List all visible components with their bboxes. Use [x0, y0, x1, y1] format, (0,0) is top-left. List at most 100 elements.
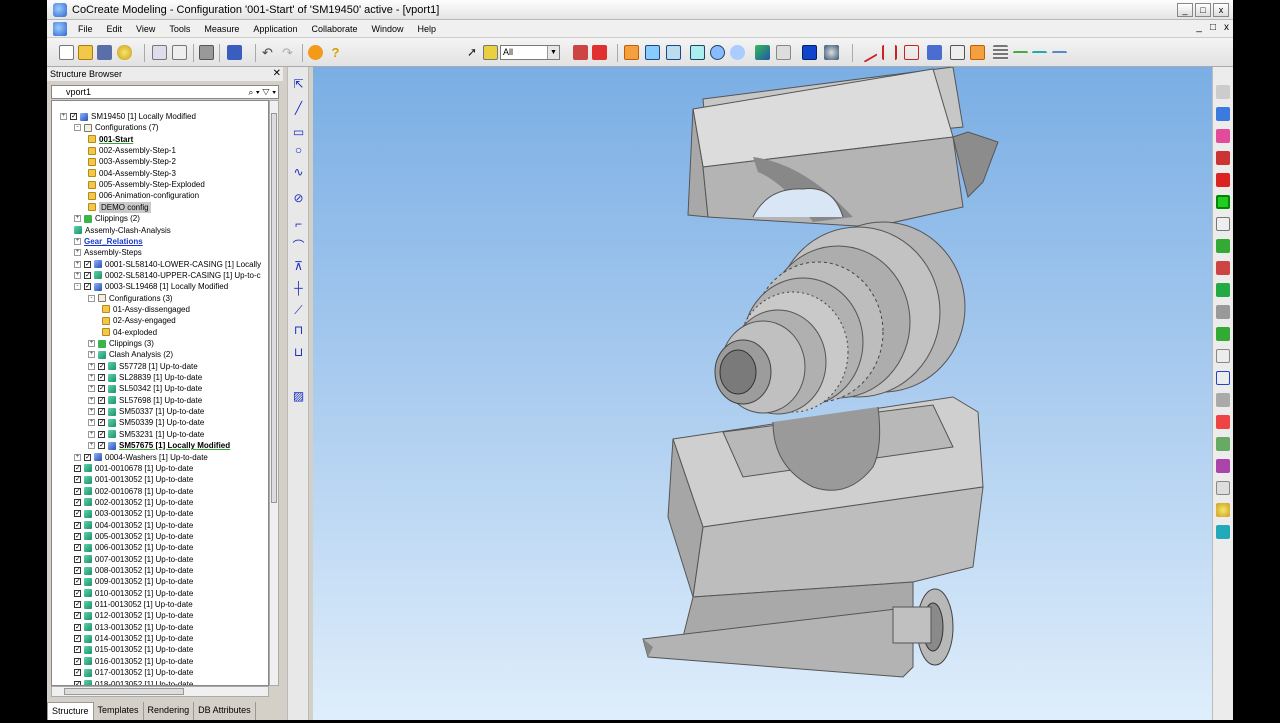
- visibility-checkbox[interactable]: ✓: [74, 623, 81, 631]
- visibility-checkbox[interactable]: ✓: [74, 555, 81, 563]
- tree-node[interactable]: ✓ 008-0013052 [1] Up-to-date: [74, 565, 193, 576]
- visibility-checkbox[interactable]: ✓: [98, 374, 105, 382]
- menu-window[interactable]: Window: [364, 24, 410, 34]
- tree-node[interactable]: 002-Assembly-Step-1: [88, 145, 176, 156]
- tab-db-attributes[interactable]: DB Attributes: [194, 702, 256, 720]
- tree-node[interactable]: + ✓ 0002-SL58140-UPPER-CASING [1] Up-to-c: [74, 270, 261, 281]
- view-toggle-icon[interactable]: [624, 45, 639, 60]
- tree-node[interactable]: ✓ 004-0013052 [1] Up-to-date: [74, 520, 193, 531]
- visibility-checkbox[interactable]: ✓: [74, 635, 81, 643]
- cylinder-icon[interactable]: [1216, 503, 1230, 517]
- tree-node[interactable]: ✓ 018-0013052 [1] Up-to-date: [74, 679, 193, 685]
- gears-icon[interactable]: [1216, 415, 1230, 429]
- tree-node[interactable]: + ✓ SM53231 [1] Up-to-date: [88, 429, 204, 440]
- tree-node[interactable]: ✓ 006-0013052 [1] Up-to-date: [74, 542, 193, 553]
- collapse-icon[interactable]: -: [88, 294, 95, 302]
- fit-view-icon[interactable]: [645, 45, 660, 60]
- previous-view-icon[interactable]: [802, 45, 817, 60]
- close-button[interactable]: x: [1213, 3, 1229, 17]
- tree-vertical-scrollbar[interactable]: [269, 100, 279, 686]
- axis-icon[interactable]: [1052, 51, 1067, 66]
- diagonal-line-icon[interactable]: ⟋: [291, 303, 306, 318]
- undo-icon[interactable]: ↶: [262, 45, 277, 60]
- paste-icon[interactable]: [172, 45, 187, 60]
- tree-node[interactable]: + ✓ SL57698 [1] Up-to-date: [88, 395, 202, 406]
- dimension-icon[interactable]: [1013, 51, 1028, 66]
- ruler-icon[interactable]: [993, 45, 1008, 60]
- extrude-icon[interactable]: ⊓: [291, 323, 306, 338]
- bom-icon[interactable]: [1216, 327, 1230, 341]
- menu-file[interactable]: File: [71, 24, 100, 34]
- load-cylinder-icon[interactable]: [117, 45, 132, 60]
- tree-node[interactable]: ✓ 010-0013052 [1] Up-to-date: [74, 588, 193, 599]
- constraint-icon[interactable]: [1216, 107, 1230, 121]
- sheet-icon[interactable]: [1216, 481, 1230, 495]
- rectangle-icon[interactable]: ▭: [291, 125, 306, 140]
- expand-icon[interactable]: +: [74, 249, 81, 257]
- tab-rendering[interactable]: Rendering: [144, 702, 195, 720]
- visibility-checkbox[interactable]: ✓: [98, 442, 105, 450]
- tree-node[interactable]: 04-exploded: [102, 327, 157, 338]
- visibility-checkbox[interactable]: ✓: [70, 113, 77, 120]
- scrollbar-thumb[interactable]: [64, 688, 184, 695]
- tree-node[interactable]: 02-Assy-engaged: [102, 315, 176, 326]
- save-icon[interactable]: [97, 45, 112, 60]
- part-icon[interactable]: [1216, 239, 1230, 253]
- play-icon[interactable]: [1216, 85, 1230, 99]
- tree-node[interactable]: ✓ 002-0013052 [1] Up-to-date: [74, 497, 193, 508]
- tree-node[interactable]: + ✓ S57728 [1] Up-to-date: [88, 361, 198, 372]
- mdi-minimize-button[interactable]: _: [1196, 22, 1202, 33]
- tree-node[interactable]: ✓ 016-0013052 [1] Up-to-date: [74, 656, 193, 667]
- measure-width-icon[interactable]: [882, 45, 897, 60]
- tree-node[interactable]: + Clippings (3): [88, 338, 154, 349]
- visibility-checkbox[interactable]: ✓: [74, 521, 81, 529]
- expand-icon[interactable]: +: [74, 215, 81, 223]
- expand-icon[interactable]: +: [88, 340, 95, 347]
- tree-node[interactable]: + Assembly-Steps: [74, 247, 142, 258]
- expand-icon[interactable]: +: [88, 374, 95, 382]
- collapse-icon[interactable]: -: [74, 124, 81, 132]
- tree-horizontal-scrollbar[interactable]: [51, 686, 269, 697]
- tree-node[interactable]: ✓ 009-0013052 [1] Up-to-date: [74, 576, 193, 587]
- expand-icon[interactable]: +: [74, 271, 81, 279]
- copy-icon[interactable]: [152, 45, 167, 60]
- visibility-checkbox[interactable]: ✓: [74, 487, 81, 495]
- cut-selection-icon[interactable]: [573, 45, 588, 60]
- pick-icon[interactable]: [592, 45, 607, 60]
- redo-icon[interactable]: ↷: [282, 45, 297, 60]
- menu-tools[interactable]: Tools: [162, 24, 197, 34]
- tree-node[interactable]: ✓ 001-0010678 [1] Up-to-date: [74, 463, 193, 474]
- loft-icon[interactable]: [1216, 525, 1230, 539]
- tree-node[interactable]: + Clash Analysis (2): [88, 349, 173, 360]
- scrollbar-thumb[interactable]: [271, 113, 277, 503]
- tree-node[interactable]: ✓ 005-0013052 [1] Up-to-date: [74, 531, 193, 542]
- hatch-icon[interactable]: ▨: [291, 389, 306, 404]
- magnify-icon[interactable]: [730, 45, 745, 60]
- mdi-close-button[interactable]: x: [1224, 22, 1229, 33]
- expand-icon[interactable]: +: [74, 237, 81, 245]
- fix-icon[interactable]: [1216, 195, 1230, 209]
- tree-node[interactable]: ✓ 002-0010678 [1] Up-to-date: [74, 486, 193, 497]
- visibility-checkbox[interactable]: ✓: [98, 396, 105, 404]
- pipe-icon[interactable]: [1216, 393, 1230, 407]
- visibility-checkbox[interactable]: ✓: [98, 362, 105, 370]
- expand-icon[interactable]: +: [88, 385, 95, 393]
- mate-icon[interactable]: [1216, 151, 1230, 165]
- revolve-icon[interactable]: ⊔: [291, 345, 306, 360]
- tree-node[interactable]: ✓ 014-0013052 [1] Up-to-date: [74, 633, 193, 644]
- new-icon[interactable]: [59, 45, 74, 60]
- tree-node[interactable]: + Gear_Relations: [74, 236, 143, 247]
- annotation-icon[interactable]: [970, 45, 985, 60]
- tree-node[interactable]: + ✓ 0001-SL58140-LOWER-CASING [1] Locally: [74, 259, 261, 270]
- open-folder-icon[interactable]: [78, 45, 93, 60]
- frame-icon[interactable]: [1216, 349, 1230, 363]
- visibility-checkbox[interactable]: ✓: [74, 601, 81, 609]
- info-icon[interactable]: [308, 45, 323, 60]
- visibility-checkbox[interactable]: ✓: [98, 385, 105, 393]
- visibility-checkbox[interactable]: ✓: [74, 589, 81, 597]
- configuration-icon[interactable]: [227, 45, 242, 60]
- arc-icon[interactable]: ⌒: [291, 239, 306, 254]
- tree-node[interactable]: - Configurations (7): [74, 122, 159, 133]
- visibility-checkbox[interactable]: ✓: [98, 430, 105, 438]
- tab-templates[interactable]: Templates: [94, 702, 144, 720]
